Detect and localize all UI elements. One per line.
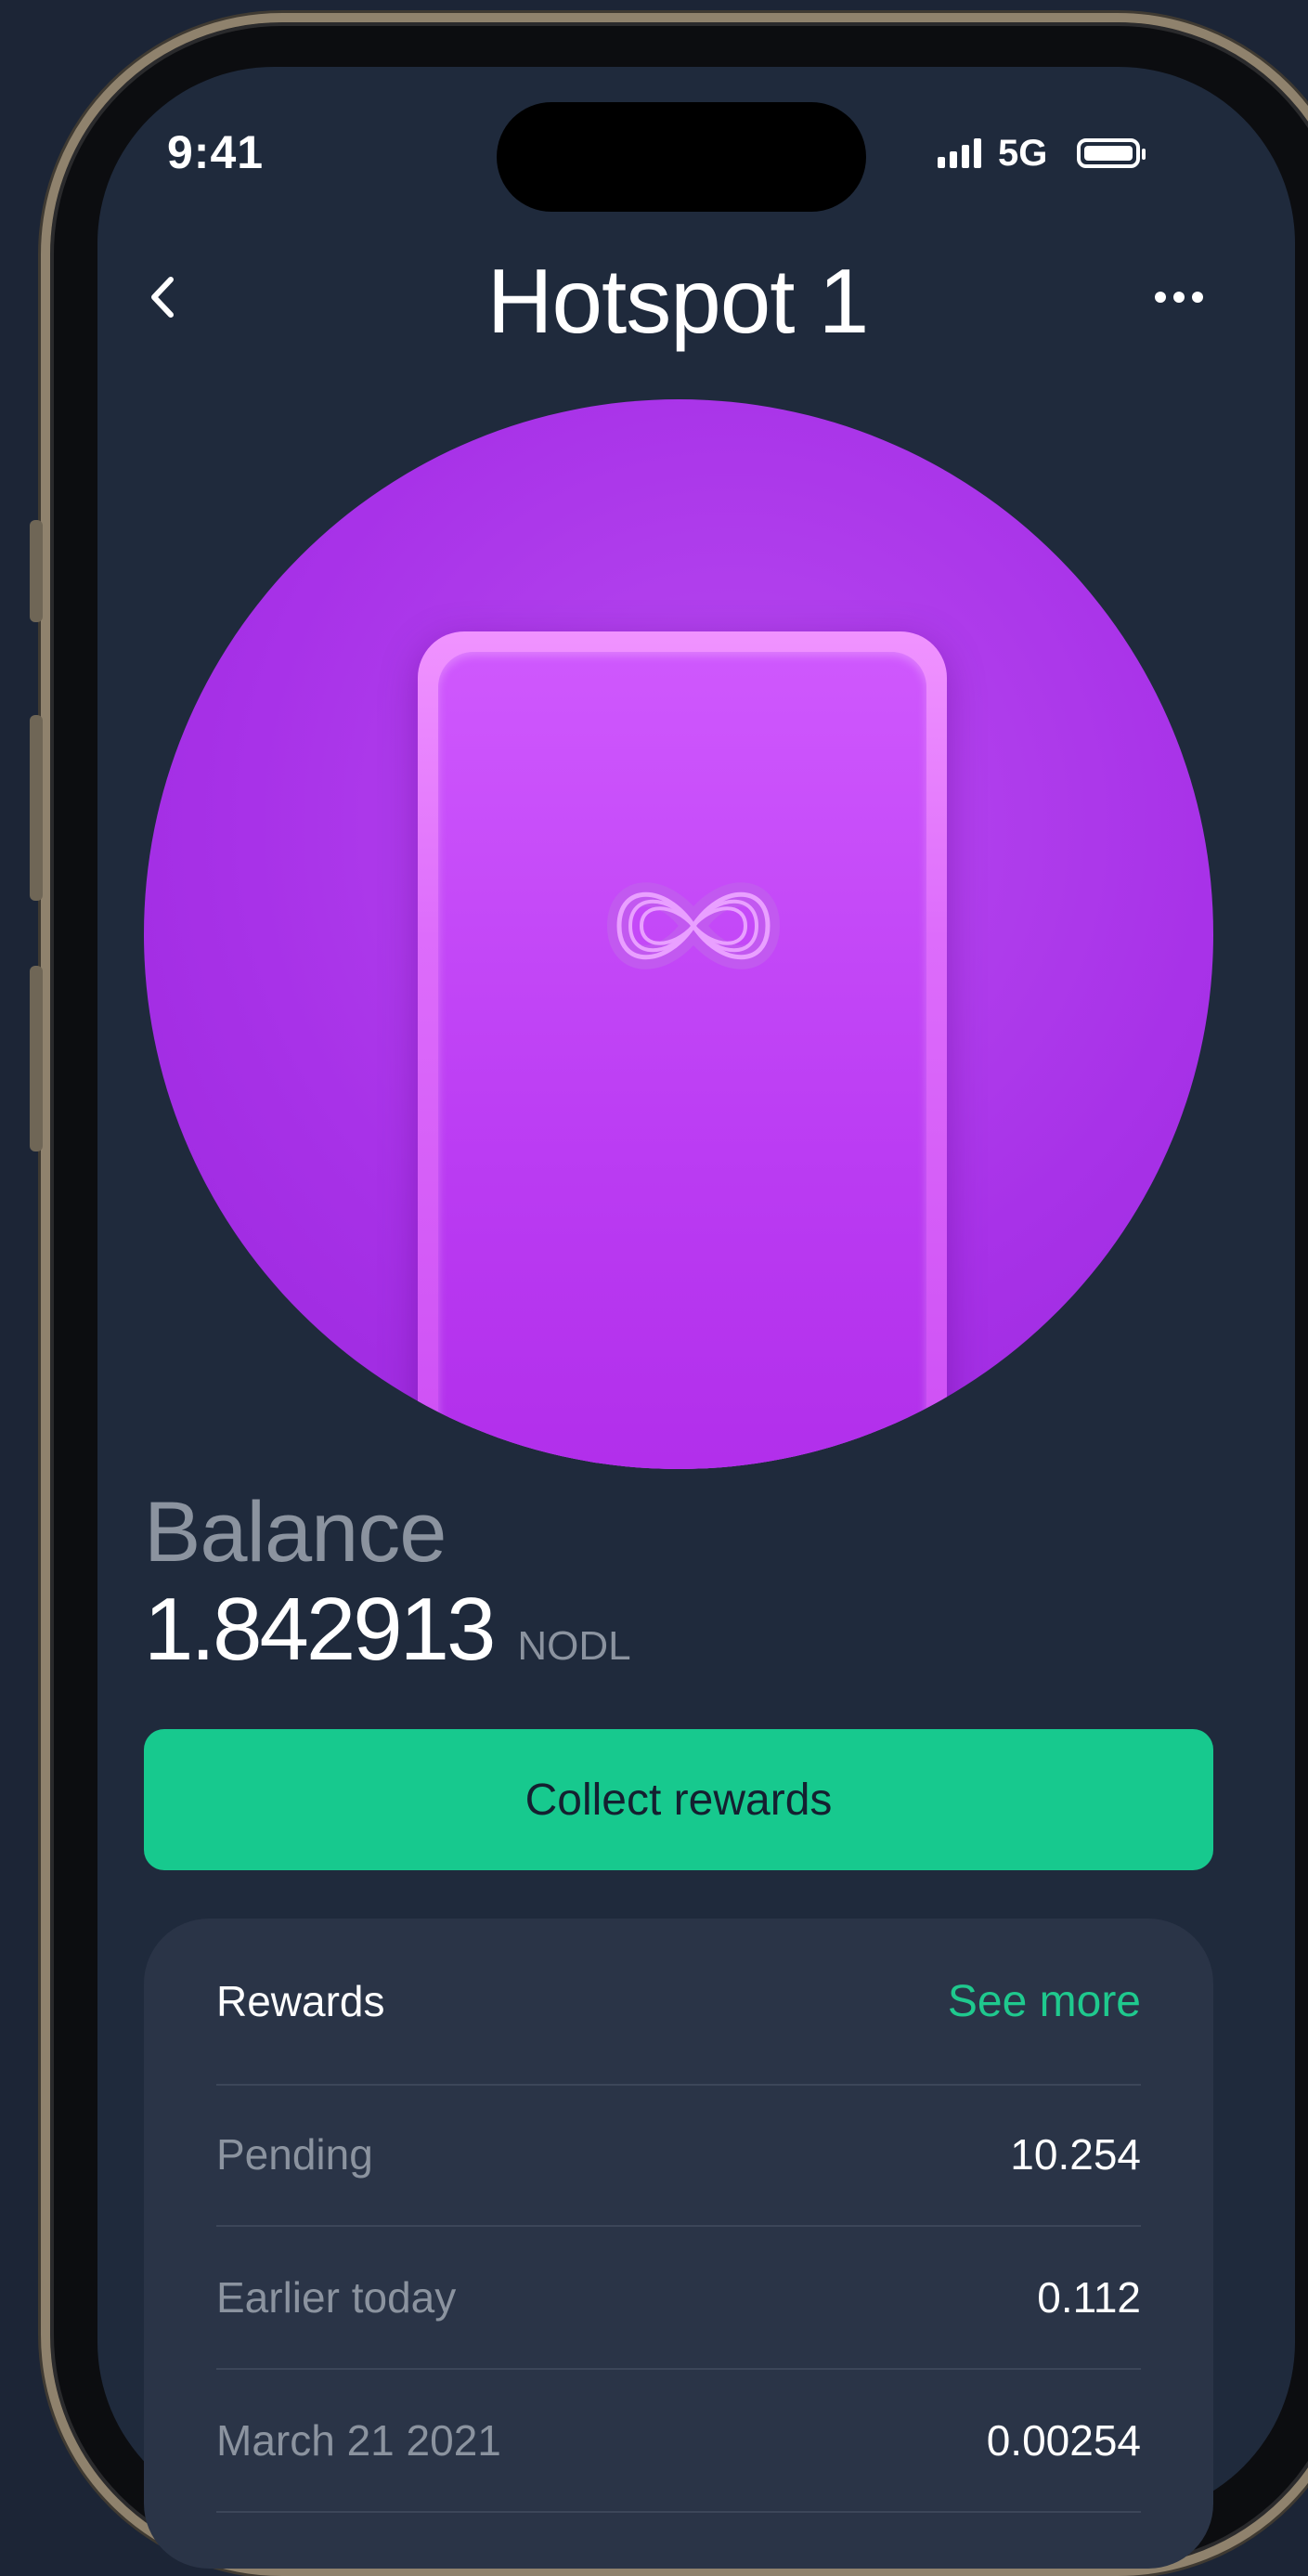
rewards-list: Pending 10.254 Earlier today 0.112 March… — [216, 2084, 1141, 2513]
balance-value: 1.842913 NODL — [144, 1579, 631, 1681]
device-face — [438, 652, 926, 1469]
status-time: 9:41 — [167, 126, 265, 178]
page-title: Hotspot 1 — [486, 250, 869, 352]
reward-value: 0.00254 — [986, 2416, 1141, 2465]
reward-row-earlier-today[interactable]: Earlier today 0.112 — [216, 2227, 1141, 2370]
reward-value: 10.254 — [1010, 2130, 1141, 2179]
signal-icon — [938, 138, 981, 168]
balance-amount: 1.842913 — [144, 1580, 496, 1679]
network-label: 5G — [998, 132, 1048, 174]
more-options-button[interactable] — [1142, 274, 1216, 320]
reward-row-pending[interactable]: Pending 10.254 — [216, 2084, 1141, 2227]
action-button — [30, 520, 43, 622]
reward-label: Pending — [216, 2130, 373, 2179]
reward-label: March 21 2021 — [216, 2416, 501, 2465]
reward-label: Earlier today — [216, 2273, 457, 2322]
collect-rewards-button[interactable]: Collect rewards — [144, 1729, 1213, 1870]
dynamic-island — [497, 102, 866, 212]
rewards-title: Rewards — [216, 1977, 385, 2025]
status-indicators: 5G — [938, 132, 1146, 174]
device-body — [418, 631, 947, 1469]
see-more-link[interactable]: See more — [948, 1976, 1141, 2027]
reward-row-march-21[interactable]: March 21 2021 0.00254 — [216, 2370, 1141, 2513]
back-button[interactable] — [135, 260, 190, 334]
chevron-left-icon — [151, 277, 174, 318]
balance-unit: NODL — [517, 1623, 631, 1669]
volume-up-button — [30, 715, 43, 901]
balance-label: Balance — [144, 1485, 447, 1580]
rewards-card: Rewards See more Pending 10.254 Earlier … — [144, 1919, 1213, 2569]
reward-value: 0.112 — [1037, 2273, 1141, 2322]
infinity-logo-icon — [606, 882, 781, 969]
volume-down-button — [30, 966, 43, 1151]
more-horizontal-icon — [1155, 292, 1166, 303]
rewards-header: Rewards See more — [216, 1919, 1141, 2086]
battery-icon — [1077, 138, 1146, 168]
hotspot-device-image — [144, 399, 1213, 1469]
